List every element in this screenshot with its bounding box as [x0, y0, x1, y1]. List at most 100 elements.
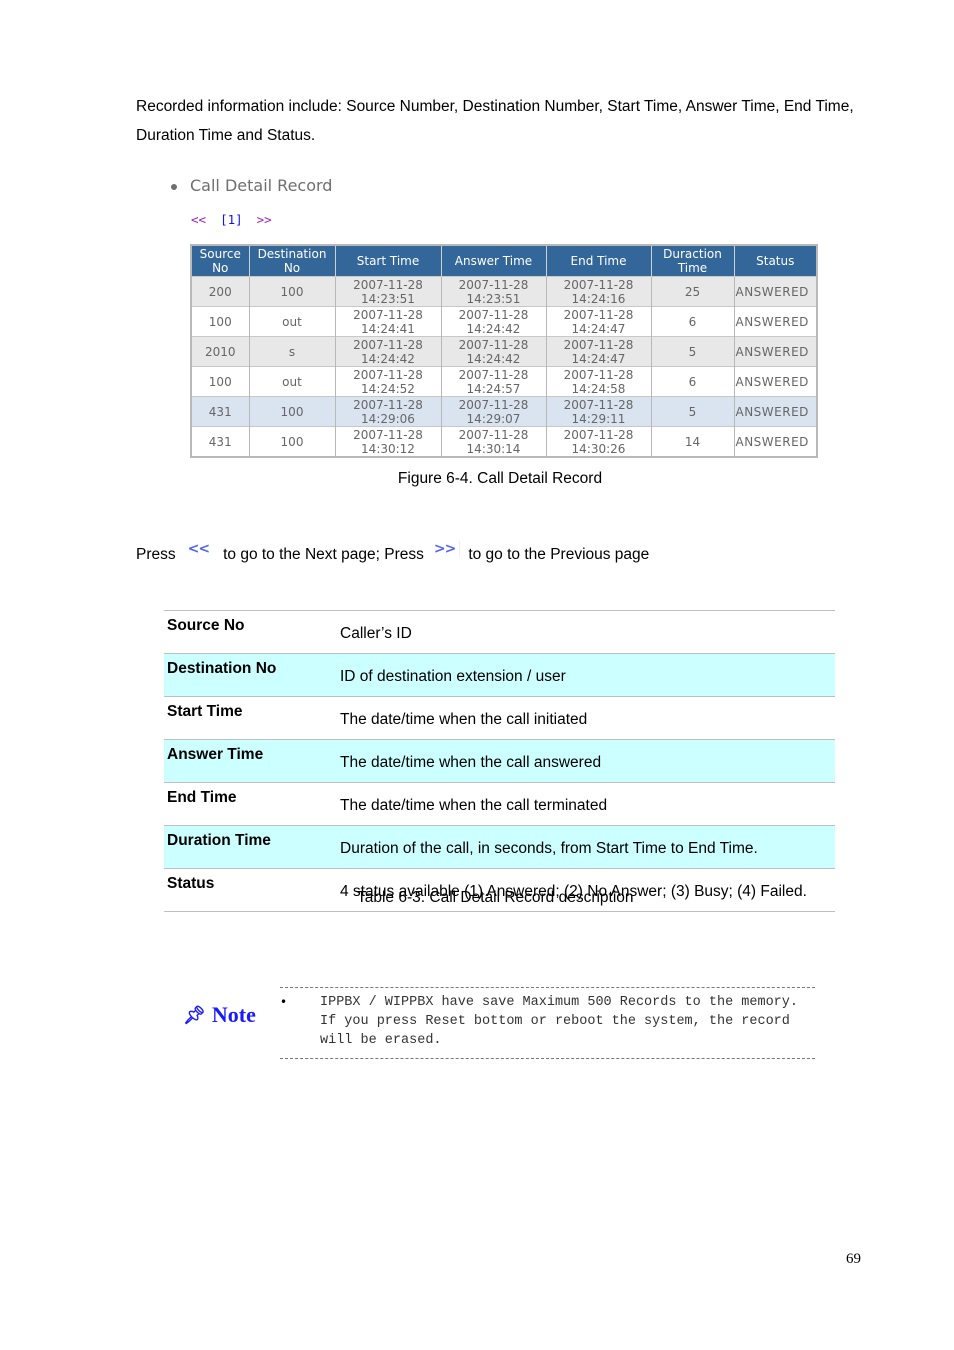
cell-text: out — [282, 374, 302, 389]
note-label: 📌︎ Note — [183, 1002, 256, 1028]
figure-caption: Figure 6-4. Call Detail Record — [397, 470, 603, 487]
end-time-cell: 2007-11-28 14:24:58 — [546, 366, 652, 397]
press-text: to go to the Next page; Press — [223, 546, 424, 563]
time-text: 14:30:12 — [361, 441, 415, 456]
source-cell: 100 — [191, 366, 250, 397]
cell-text: out — [282, 314, 302, 329]
cell-text: 2010 — [204, 344, 236, 359]
time-text: 14:29:11 — [571, 411, 626, 426]
term-cell: Start Time — [164, 696, 340, 740]
date-text: 2007-11-28 — [458, 427, 529, 442]
date-text: 2007-11-28 — [563, 397, 634, 412]
header-line: Duraction — [663, 247, 722, 261]
time-text: 14:29:07 — [466, 411, 521, 426]
note-label-text: Note — [211, 1002, 256, 1027]
col-header: Answer Time — [441, 245, 547, 277]
time-text: 14:24:57 — [466, 381, 521, 396]
note-bullet: • — [280, 995, 288, 1009]
description-row: Start Time The date/time when the call in… — [164, 696, 835, 740]
double-right-arrow-icon: >> — [434, 541, 461, 557]
cell-text: ANSWERED — [735, 344, 809, 359]
description-row: End Time The date/time when the call term… — [164, 782, 835, 826]
cell-text: ANSWERED — [735, 434, 809, 449]
cell-text: ANSWERED — [735, 374, 809, 389]
description-row: Duration Time Duration of the call, in se… — [164, 825, 835, 869]
cell-text: 6 — [688, 314, 697, 329]
cell-text: 14 — [684, 434, 701, 449]
time-text: 14:30:14 — [466, 441, 521, 456]
time-text: 14:24:42 — [466, 321, 521, 336]
header-line: Source — [199, 247, 241, 261]
press-text: to go to the Previous page — [468, 546, 650, 563]
date-text: 2007-11-28 — [458, 277, 529, 292]
cell-text: 6 — [688, 374, 697, 389]
date-text: 2007-11-28 — [458, 337, 529, 352]
press-instructions: Press << to go to the Next page; Press >… — [136, 541, 650, 564]
time-text: 14:24:42 — [466, 351, 521, 366]
date-text: 2007-11-28 — [563, 277, 634, 292]
bullet-icon — [171, 183, 177, 190]
time-text: 14:24:47 — [571, 351, 626, 366]
term-cell: Status — [164, 868, 340, 912]
duration-cell: 5 — [651, 336, 735, 367]
start-time-cell: 2007-11-28 14:24:42 — [335, 336, 442, 367]
description-row: Source No Caller’s ID — [164, 610, 835, 654]
duration-cell: 6 — [651, 306, 735, 337]
intro-paragraph: Recorded information include: Source Num… — [136, 98, 854, 144]
destination-cell: 100 — [249, 276, 336, 307]
date-text: 2007-11-28 — [353, 307, 423, 322]
definition-cell: Duration of the call, in seconds, from S… — [340, 825, 835, 869]
date-text: 2007-11-28 — [353, 367, 423, 382]
cdr-row: 100 out 2007-11-28 14:24:52 2007-11-28 14:24:… — [191, 366, 818, 397]
source-cell: 100 — [191, 306, 250, 337]
next-page-link[interactable]: >> — [257, 212, 272, 227]
col-header: End Time — [546, 245, 652, 277]
date-text: 2007-11-28 — [563, 427, 634, 442]
start-time-cell: 2007-11-28 14:23:51 — [335, 276, 442, 307]
time-text: 14:24:52 — [361, 381, 415, 396]
cell-text: 100 — [280, 434, 304, 449]
cell-text: 100 — [280, 404, 304, 419]
source-cell: 200 — [191, 276, 250, 307]
start-time-cell: 2007-11-28 14:29:06 — [335, 396, 442, 427]
answer-time-cell: 2007-11-28 14:29:07 — [441, 396, 547, 427]
time-text: 14:24:16 — [571, 291, 626, 306]
answer-time-cell: 2007-11-28 14:24:57 — [441, 366, 547, 397]
duration-cell: 14 — [651, 426, 735, 457]
pushpin-icon: 📌︎ — [183, 1004, 206, 1026]
press-text: Press — [136, 546, 176, 563]
cdr-row: 2010 s 2007-11-28 14:24:42 2007-11-28 14:24:4… — [191, 336, 818, 367]
date-text: 2007-11-28 — [563, 307, 634, 322]
status-cell: ANSWERED — [734, 336, 818, 367]
status-cell: ANSWERED — [734, 276, 818, 307]
cdr-row: 100 out 2007-11-28 14:24:41 2007-11-28 14:24:… — [191, 306, 818, 337]
end-time-cell: 2007-11-28 14:30:26 — [546, 426, 652, 457]
destination-cell: s — [249, 336, 336, 367]
date-text: 2007-11-28 — [458, 397, 529, 412]
double-left-arrow-icon: << — [187, 541, 210, 557]
cell-text: 431 — [208, 404, 232, 419]
date-text: 2007-11-28 — [353, 277, 423, 292]
prev-page-link[interactable]: << — [191, 212, 206, 227]
cell-text: 100 — [208, 374, 232, 389]
term-cell: End Time — [164, 782, 340, 826]
definition-cell: The date/time when the call answered — [340, 739, 835, 783]
end-time-cell: 2007-11-28 14:24:16 — [546, 276, 652, 307]
page-number: 69 — [846, 1251, 861, 1267]
status-cell: ANSWERED — [734, 396, 818, 427]
header-line: Destination — [257, 247, 327, 261]
page-1-link[interactable]: [1] — [220, 212, 243, 227]
header-line: No — [283, 261, 301, 275]
duration-cell: 6 — [651, 366, 735, 397]
cell-text: 100 — [280, 284, 304, 299]
col-header: Start Time — [335, 245, 442, 277]
cell-text: 25 — [684, 284, 701, 299]
time-text: 14:29:06 — [361, 411, 415, 426]
time-text: 14:24:58 — [571, 381, 626, 396]
table-caption: Table 6-3. Call Detail Record descriptio… — [357, 889, 634, 906]
date-text: 2007-11-28 — [458, 307, 529, 322]
end-time-cell: 2007-11-28 14:24:47 — [546, 336, 652, 367]
destination-cell: 100 — [249, 396, 336, 427]
time-text: 14:23:51 — [361, 291, 415, 306]
time-text: 14:24:41 — [361, 321, 415, 336]
